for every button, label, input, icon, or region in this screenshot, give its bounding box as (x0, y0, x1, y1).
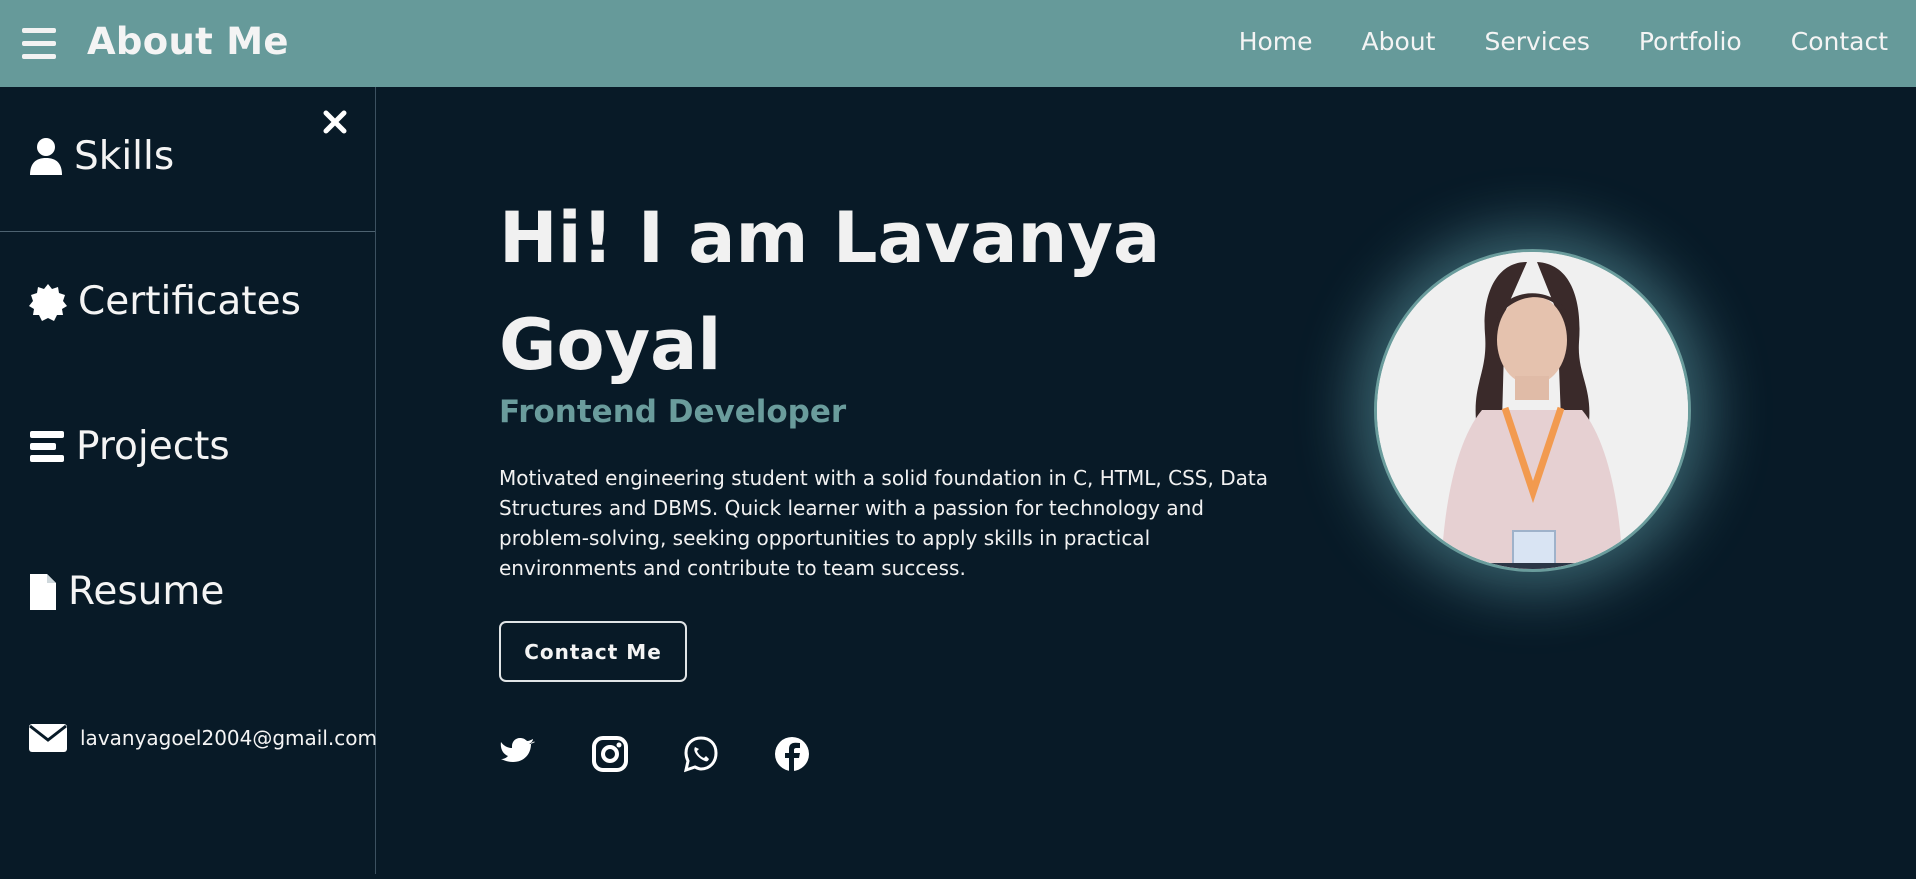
sidebar-item-projects[interactable]: Projects (28, 424, 230, 469)
sidebar-item-label: Certificates (78, 279, 301, 324)
bars-icon (30, 430, 64, 462)
profile-avatar (1374, 249, 1691, 572)
email-text: lavanyagoel2004@gmail.com (80, 726, 377, 750)
profile-photo (1377, 252, 1688, 569)
contact-me-button[interactable]: Contact Me (499, 621, 687, 682)
hero-role: Frontend Developer (499, 394, 847, 430)
facebook-icon[interactable] (772, 734, 812, 774)
social-links (499, 734, 812, 774)
hero-description: Motivated engineering student with a sol… (499, 466, 1268, 580)
sidebar-item-label: Resume (68, 569, 225, 614)
nav-contact[interactable]: Contact (1791, 27, 1888, 56)
hero-title: Hi! I am Lavanya Goyal (499, 197, 1161, 386)
sidebar-item-resume[interactable]: Resume (28, 569, 224, 614)
twitter-icon[interactable] (499, 734, 539, 774)
hamburger-menu-icon[interactable] (22, 28, 58, 60)
close-icon[interactable] (320, 107, 350, 137)
nav-about[interactable]: About (1362, 27, 1436, 56)
sidebar-item-skills[interactable]: Skills (28, 134, 174, 179)
top-navbar: About Me Home About Services Portfolio C… (0, 0, 1916, 87)
sidebar-item-label: Skills (74, 134, 175, 179)
mail-icon (29, 724, 67, 752)
instagram-icon[interactable] (590, 734, 630, 774)
sidebar: Skills Certificates Projects Resume lava… (0, 87, 377, 874)
sidebar-item-certificates[interactable]: Certificates (28, 279, 301, 324)
nav-portfolio[interactable]: Portfolio (1639, 27, 1742, 56)
badge-icon (29, 283, 67, 321)
main-nav: Home About Services Portfolio Contact (1239, 27, 1888, 56)
file-icon (30, 573, 56, 610)
sidebar-item-label: Projects (76, 424, 230, 469)
nav-services[interactable]: Services (1484, 27, 1589, 56)
brand-title: About Me (87, 20, 289, 63)
nav-home[interactable]: Home (1239, 27, 1313, 56)
whatsapp-icon[interactable] (681, 734, 721, 774)
user-icon (30, 137, 62, 175)
sidebar-email[interactable]: lavanyagoel2004@gmail.com (28, 722, 377, 754)
